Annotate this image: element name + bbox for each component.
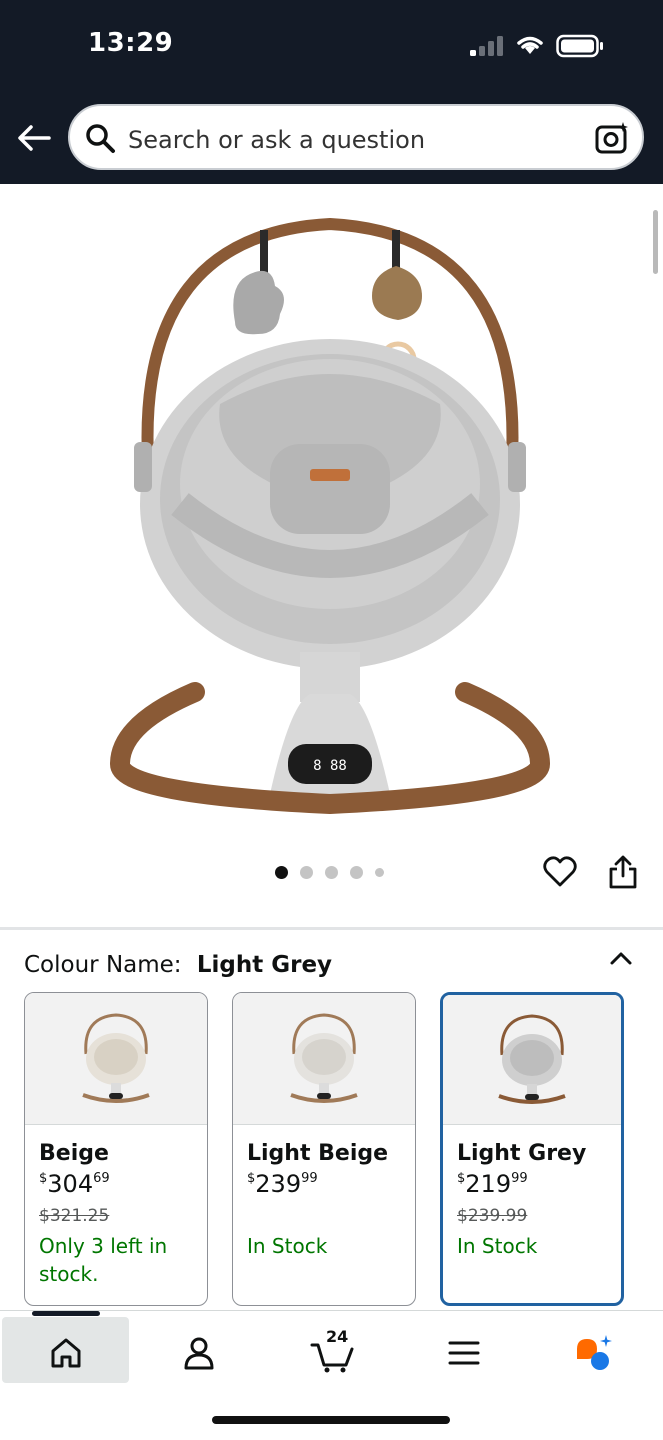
colour-option-price: $23999 <box>247 1170 318 1198</box>
home-icon[interactable] <box>46 1333 86 1373</box>
colour-option-name: Light Beige <box>247 1141 389 1166</box>
colour-option-price: $30469 <box>39 1170 110 1198</box>
search-icon <box>86 124 115 153</box>
colour-thumbnail <box>25 993 207 1125</box>
cart-count-badge: 24 <box>326 1327 349 1346</box>
pagination-dot-1[interactable] <box>275 866 288 879</box>
chevron-up-icon[interactable] <box>606 944 636 974</box>
product-thumbnail-image <box>498 1013 566 1104</box>
colour-option-light-grey[interactable]: Light Grey $21999 $239.99 In Stock <box>440 992 624 1306</box>
colour-option-was-price: $321.25 <box>39 1206 110 1226</box>
back-button[interactable] <box>14 118 54 158</box>
svg-text:8 88: 8 88 <box>313 758 347 774</box>
selected-colour-name: Light Grey <box>196 952 333 978</box>
colour-option-light-beige[interactable]: Light Beige $23999 In Stock <box>232 992 416 1306</box>
pagination-dot-3[interactable] <box>325 866 338 879</box>
status-time: 13:29 <box>88 28 174 58</box>
colour-option-name: Light Grey <box>457 1141 587 1166</box>
pagination-dot-2[interactable] <box>300 866 313 879</box>
home-indicator <box>212 1416 450 1424</box>
colour-option-was-price: $239.99 <box>457 1206 528 1226</box>
colour-option-price: $21999 <box>457 1170 528 1198</box>
colour-label-text: Colour Name: <box>24 952 182 978</box>
colour-option-stock: In Stock <box>457 1234 538 1258</box>
page-scrollbar[interactable] <box>653 210 658 274</box>
share-icon[interactable] <box>606 854 640 890</box>
pagination-dot-5[interactable] <box>375 868 384 877</box>
product-image: 8 88 <box>109 217 551 815</box>
pagination-dot-4[interactable] <box>350 866 363 879</box>
section-divider <box>0 927 663 930</box>
colour-thumbnail <box>443 995 621 1125</box>
nav-active-indicator <box>32 1311 100 1316</box>
product-image-gallery[interactable]: 8 88 <box>0 184 663 924</box>
app-header: 13:29 Search or ask a question <box>0 0 663 184</box>
colour-option-stock: Only 3 left in stock. <box>39 1234 168 1286</box>
colour-option-beige[interactable]: Beige $30469 $321.25 Only 3 left in stoc… <box>24 992 208 1306</box>
colour-thumbnail <box>233 993 415 1125</box>
cellular-signal-icon <box>470 36 503 56</box>
menu-icon[interactable] <box>444 1333 484 1373</box>
search-input[interactable]: Search or ask a question <box>128 126 425 154</box>
wifi-icon <box>517 36 543 54</box>
account-icon[interactable] <box>179 1333 219 1373</box>
back-arrow-icon <box>18 125 51 151</box>
battery-icon <box>556 34 603 58</box>
camera-search-icon[interactable] <box>594 120 630 156</box>
colour-label: Colour Name: Light Grey <box>24 952 332 978</box>
product-thumbnail-image <box>82 1012 150 1103</box>
rufus-icon[interactable] <box>574 1333 614 1373</box>
heart-icon[interactable] <box>542 854 578 890</box>
search-bar[interactable]: Search or ask a question <box>68 104 644 170</box>
colour-option-stock: In Stock <box>247 1234 328 1258</box>
image-pagination-dots[interactable] <box>275 866 384 879</box>
colour-option-was-price <box>247 1206 415 1226</box>
product-thumbnail-image <box>290 1012 358 1103</box>
colour-option-name: Beige <box>39 1141 109 1166</box>
